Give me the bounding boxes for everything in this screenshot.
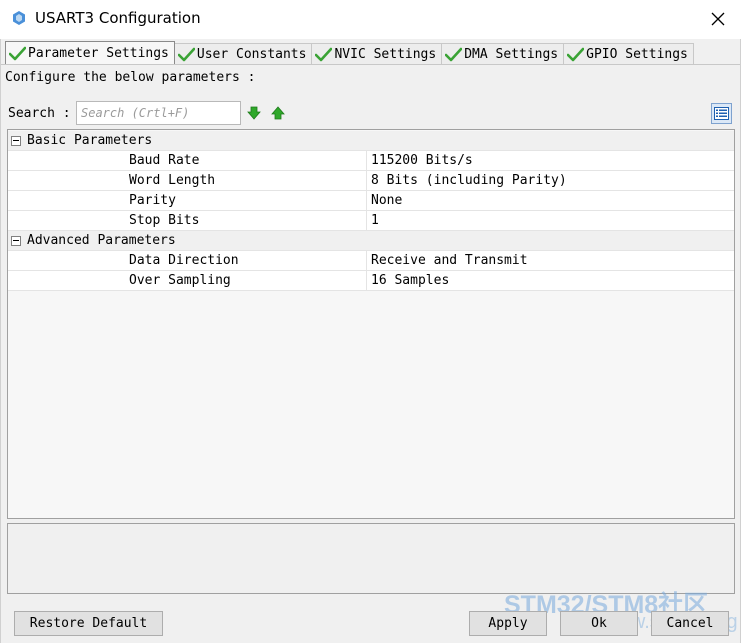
param-row-parity[interactable]: Parity None [8,191,734,211]
tab-label: GPIO Settings [586,46,688,62]
close-icon [711,12,725,26]
instructions-text: Configure the below parameters : [5,70,256,85]
ok-button[interactable]: Ok [560,611,638,636]
list-view-icon [714,107,729,120]
arrow-down-icon[interactable] [247,106,261,120]
tab-label: Parameter Settings [28,45,169,61]
param-value[interactable]: 1 [371,213,379,228]
tab-strip: Parameter Settings User Constants NVIC S… [5,41,694,64]
group-row-basic-parameters[interactable]: Basic Parameters [8,131,734,151]
group-label: Advanced Parameters [27,233,176,248]
column-divider [366,211,367,231]
column-divider [366,251,367,271]
param-value[interactable]: 115200 Bits/s [371,153,473,168]
tab-label: DMA Settings [464,46,559,62]
param-name: Over Sampling [129,273,231,288]
window-title: USART3 Configuration [35,9,201,27]
restore-default-button[interactable]: Restore Default [14,611,163,636]
column-divider [366,171,367,191]
param-row-data-direction[interactable]: Data Direction Receive and Transmit [8,251,734,271]
search-input[interactable] [76,101,241,125]
arrow-up-icon[interactable] [271,106,285,120]
cube-icon [13,11,25,25]
dialog-body: Parameter Settings User Constants NVIC S… [0,39,741,643]
green-check-icon [445,47,463,61]
view-toggle-button[interactable] [711,103,732,124]
tab-user-constants[interactable]: User Constants [173,43,313,64]
tab-label: User Constants [196,46,307,62]
param-value[interactable]: 8 Bits (including Parity) [371,173,567,188]
search-label: Search : [8,106,71,121]
cancel-button[interactable]: Cancel [651,611,729,636]
green-check-icon [315,47,333,61]
description-panel [7,523,735,594]
param-value[interactable]: Receive and Transmit [371,253,528,268]
tab-gpio-settings[interactable]: GPIO Settings [563,43,694,64]
collapse-icon[interactable] [11,136,21,146]
param-row-over-sampling[interactable]: Over Sampling 16 Samples [8,271,734,291]
param-name: Word Length [129,173,216,188]
green-check-icon [567,47,585,61]
param-value[interactable]: None [371,193,402,208]
param-row-stop-bits[interactable]: Stop Bits 1 [8,211,734,231]
param-name: Stop Bits [129,213,200,228]
close-button[interactable] [704,6,732,32]
column-divider [366,271,367,291]
tab-dma-settings[interactable]: DMA Settings [441,43,565,64]
param-row-baud-rate[interactable]: Baud Rate 115200 Bits/s [8,151,734,171]
apply-button[interactable]: Apply [469,611,547,636]
collapse-icon[interactable] [11,236,21,246]
param-name: Baud Rate [129,153,200,168]
column-divider [366,191,367,211]
tab-nvic-settings[interactable]: NVIC Settings [311,43,443,64]
param-row-word-length[interactable]: Word Length 8 Bits (including Parity) [8,171,734,191]
green-check-icon [9,46,26,60]
tab-divider [1,64,740,65]
param-value[interactable]: 16 Samples [371,273,449,288]
tab-parameter-settings[interactable]: Parameter Settings [5,41,175,64]
parameter-grid: Basic Parameters Baud Rate 115200 Bits/s… [7,129,735,519]
green-check-icon [177,47,195,61]
title-bar: USART3 Configuration [0,0,741,39]
param-name: Data Direction [129,253,239,268]
param-name: Parity [129,193,176,208]
group-label: Basic Parameters [27,133,153,148]
group-row-advanced-parameters[interactable]: Advanced Parameters [8,231,734,251]
tab-label: NVIC Settings [334,46,437,62]
column-divider [366,151,367,171]
